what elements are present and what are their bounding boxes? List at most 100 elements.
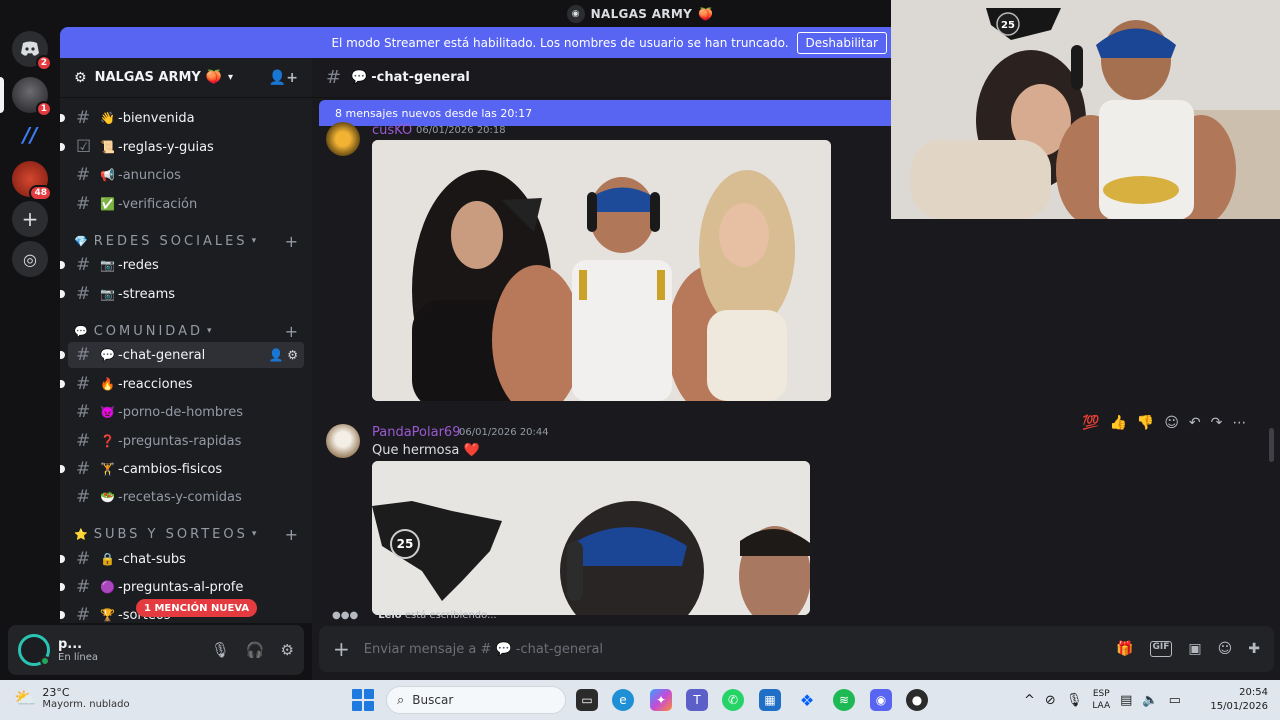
settings-gear-icon[interactable]: ⚙ (281, 641, 294, 659)
microphone-icon[interactable]: 🎙 (211, 641, 230, 659)
new-mention-pill[interactable]: 1 MENCIÓN NUEVA (136, 599, 258, 617)
emoji-icon[interactable]: ☺ (1218, 641, 1233, 657)
teams-icon[interactable]: T (686, 689, 708, 711)
message-image[interactable] (372, 140, 831, 401)
category-comunidad[interactable]: 💬 Comunidad ▾ + (74, 322, 298, 341)
mic-tray-icon[interactable]: 🎙 (1066, 693, 1083, 708)
channel-porno-de-hombres[interactable]: # 👿 -porno-de-hombres (68, 399, 304, 425)
spotify-icon[interactable]: ≋ (833, 689, 855, 711)
chevron-up-icon[interactable]: ^ (1024, 693, 1035, 708)
streamer-mode-text: El modo Streamer está habilitado. Los no… (331, 35, 789, 50)
message-author[interactable]: cusKO (372, 123, 412, 138)
edge-icon[interactable]: e (612, 689, 634, 711)
server-avatar-button[interactable]: 1 (12, 77, 52, 117)
apps-icon[interactable]: ✚ (1248, 641, 1260, 657)
copilot-icon[interactable]: ✦ (650, 689, 672, 711)
gif-icon[interactable]: GIF (1149, 641, 1173, 657)
volume-icon[interactable]: 🔈 (1142, 693, 1158, 708)
disable-streamer-button[interactable]: Deshabilitar (796, 31, 887, 54)
invite-icon[interactable]: 👤+ (269, 70, 298, 86)
channel-reacciones[interactable]: # 🔥 -reacciones (60, 371, 304, 397)
gift-icon[interactable]: 🎁 (1116, 641, 1133, 657)
channel-preguntas-rapidas[interactable]: # ❓ -preguntas-rapidas (68, 428, 304, 454)
security-icon[interactable]: ⊘ (1045, 693, 1056, 708)
selected-server-pill (0, 77, 4, 113)
channel-chat-subs[interactable]: # 🔒 -chat-subs (60, 546, 304, 572)
message-image[interactable]: 25 (372, 461, 810, 615)
reaction-thumbs-down-button[interactable]: 👎 (1137, 415, 1154, 431)
category-subs-y-sorteos[interactable]: ⭐ Subs y sorteos ▾ + (74, 525, 298, 544)
message-author[interactable]: PandaPolar69 (372, 425, 460, 440)
add-reaction-icon[interactable]: ☺ (1164, 415, 1179, 431)
reply-icon[interactable]: ↶ (1189, 415, 1201, 431)
server-red-button[interactable]: 48 (12, 161, 52, 201)
start-button[interactable] (352, 689, 374, 711)
channel-redes[interactable]: # 📷 -redes (60, 252, 304, 278)
channel-emoji: 🟣 (100, 580, 115, 594)
message-composer[interactable]: + Enviar mensaje a # 💬 -chat-general 🎁 G… (319, 626, 1274, 672)
discord-taskbar-icon[interactable]: ◉ (870, 689, 892, 711)
message-input[interactable]: Enviar mensaje a # 💬 -chat-general (364, 642, 603, 657)
language-indicator[interactable]: ESP LAA (1092, 688, 1110, 712)
add-channel-icon[interactable]: + (285, 322, 298, 341)
store-icon[interactable]: ▦ (759, 689, 781, 711)
invite-icon[interactable]: 👤 (268, 348, 283, 362)
battery-icon[interactable]: ▭ (1169, 693, 1181, 708)
channel-cambios-fisicos[interactable]: # 🏋 -cambios-fisicos (60, 456, 304, 482)
taskbar-clock[interactable]: 20:54 15/01/2026 (1210, 686, 1268, 714)
explore-button[interactable]: ◎ (12, 241, 48, 277)
sticker-icon[interactable]: ▣ (1188, 641, 1201, 657)
channel-actions[interactable]: 👤 ⚙ (268, 348, 298, 362)
jersey-number: 25 (390, 529, 420, 559)
taskbar-search[interactable]: ⌕ Buscar (386, 686, 566, 714)
attach-plus-icon[interactable]: + (333, 637, 350, 661)
channel-emoji: 💬 (100, 348, 115, 362)
channel-bienvenida[interactable]: # 👋 -bienvenida (60, 105, 304, 131)
scrollbar-thumb[interactable] (1269, 428, 1274, 462)
server-header[interactable]: ⚙ NALGAS ARMY 🍑 ▾ 👤+ (60, 58, 312, 98)
forward-icon[interactable]: ↷ (1211, 415, 1223, 431)
channel-emoji: 🔥 (100, 377, 115, 391)
channel-label: -redes (118, 257, 159, 273)
gear-icon[interactable]: ⚙ (287, 348, 298, 362)
task-view-icon[interactable]: ▭ (576, 689, 598, 711)
compass-icon: ◎ (23, 249, 37, 269)
reaction-100-button[interactable]: 💯 (1082, 415, 1099, 431)
windows-taskbar: ⛅ 23°C Mayorm. nublado ⌕ Buscar ▭ e ✦ T … (0, 680, 1280, 720)
discord-home-button[interactable]: 2 (12, 31, 52, 71)
channel-emoji: ✅ (100, 197, 115, 211)
obs-icon[interactable]: ● (906, 689, 928, 711)
channel-recetas-y-comidas[interactable]: # 🥗 -recetas-y-comidas (68, 484, 304, 510)
channel-reglas-y-guias[interactable]: ☑ 📜 -reglas-y-guias (60, 134, 304, 160)
reaction-thumbs-up-button[interactable]: 👍 (1109, 415, 1126, 431)
user-avatar[interactable] (18, 634, 50, 666)
add-channel-icon[interactable]: + (285, 525, 298, 544)
category-label: Redes sociales (93, 233, 248, 249)
channel-preguntas-al-profe[interactable]: # 🟣 -preguntas-al-profe (60, 574, 304, 600)
message-avatar[interactable] (326, 424, 360, 458)
message-text: Que hermosa ❤️ (372, 443, 480, 458)
unread-dot (60, 583, 65, 591)
headphones-icon[interactable]: 🎧 (246, 641, 265, 659)
channel-verificacion[interactable]: # ✅ -verificación (68, 191, 304, 217)
unread-dot (60, 114, 65, 122)
network-icon[interactable]: ▤ (1120, 693, 1132, 708)
add-channel-icon[interactable]: + (285, 232, 298, 251)
more-options-icon[interactable]: ⋯ (1232, 415, 1246, 431)
add-server-button[interactable]: + (12, 201, 48, 237)
server-rail: 2 1 // 48 + ◎ (0, 27, 60, 680)
system-tray: ^ ⊘ 🎙 ESP LAA ▤ 🔈 ▭ (1024, 680, 1181, 720)
whatsapp-icon[interactable]: ✆ (722, 689, 744, 711)
server-blue-button[interactable]: // (12, 117, 48, 153)
channel-anuncios[interactable]: # 📢 -anuncios (68, 162, 304, 188)
channel-streams[interactable]: # 📷 -streams (60, 281, 304, 307)
channel-chat-general[interactable]: # 💬 -chat-general 👤 ⚙ (60, 342, 304, 368)
hash-icon: # (76, 605, 91, 623)
plus-icon: + (21, 207, 39, 231)
user-info[interactable]: p... En línea (58, 637, 98, 663)
category-redes-sociales[interactable]: 💎 Redes sociales ▾ + (74, 232, 298, 251)
webcam-overlay: 25 (891, 0, 1280, 219)
weather-widget[interactable]: ⛅ 23°C Mayorm. nublado (14, 686, 130, 710)
message-avatar[interactable] (326, 122, 360, 156)
dropbox-icon[interactable]: ❖ (796, 689, 818, 711)
